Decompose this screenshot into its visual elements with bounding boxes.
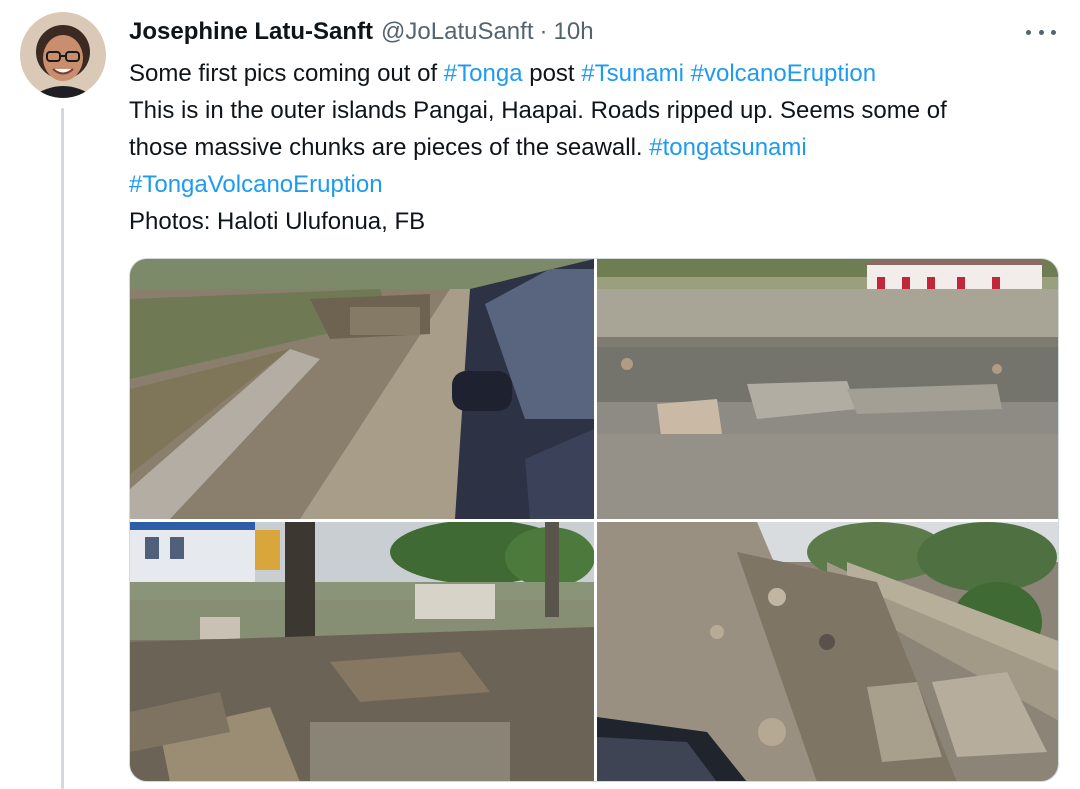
- profile-avatar[interactable]: [20, 12, 106, 98]
- text-segment: post: [522, 60, 582, 87]
- author-name[interactable]: Josephine Latu-Sanft: [129, 18, 373, 46]
- tweet-text-line-2: This is in the outer islands Pangai, Haa…: [129, 97, 947, 124]
- hashtag-tonga[interactable]: #Tonga: [444, 60, 523, 87]
- author-handle[interactable]: @JoLatuSanft: [381, 18, 533, 46]
- photo-credit: Photos: Haloti Ulufonua, FB: [129, 208, 426, 235]
- text-segment: Some first pics coming out of: [129, 60, 444, 87]
- photo-road-slabs[interactable]: [597, 522, 1058, 781]
- tweet-timestamp[interactable]: 10h: [554, 18, 594, 46]
- tweet-header: Josephine Latu-Sanft @JoLatuSanft · 10h: [129, 16, 594, 48]
- photo-houses-debris[interactable]: [130, 522, 594, 781]
- text-segment: those massive chunks are pieces of the s…: [129, 134, 650, 161]
- text-segment: [684, 60, 691, 87]
- separator-dot: ·: [539, 18, 548, 45]
- photo-road-car[interactable]: [130, 259, 594, 519]
- tweet-text-line-4: #TongaVolcanoEruption: [129, 166, 1069, 203]
- avatar-image: [20, 12, 106, 98]
- hashtag-tongatsunami[interactable]: #tongatsunami: [649, 134, 806, 161]
- hashtag-volcano-eruption[interactable]: #volcanoEruption: [691, 60, 876, 87]
- thread-connector-line: [61, 108, 64, 789]
- photo-grid: [129, 258, 1059, 782]
- ellipsis-icon[interactable]: [1026, 18, 1056, 46]
- hashtag-tsunami[interactable]: #Tsunami: [581, 60, 684, 87]
- tweet-text: Some first pics coming out of #Tonga pos…: [129, 55, 1069, 240]
- tweet-text-line-1: Some first pics coming out of #Tonga pos…: [129, 55, 1069, 92]
- hashtag-tonga-volcano-eruption[interactable]: #TongaVolcanoEruption: [129, 171, 383, 198]
- photo-seawall-house[interactable]: [597, 259, 1058, 519]
- tweet-text-line-3: those massive chunks are pieces of the s…: [129, 129, 1069, 166]
